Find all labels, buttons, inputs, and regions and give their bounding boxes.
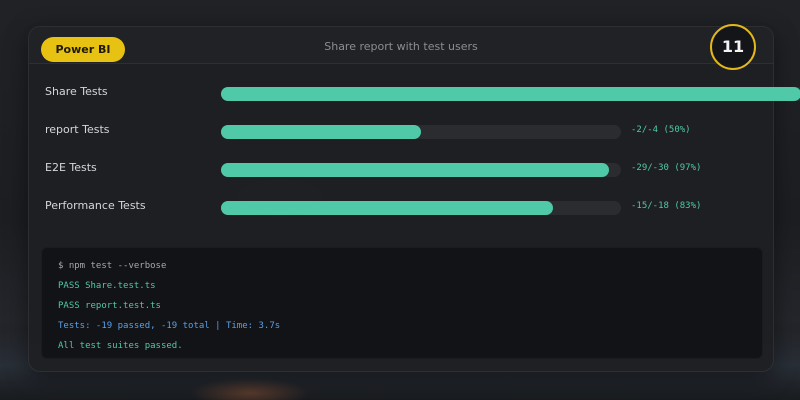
progress-fill: [221, 163, 609, 177]
suite-row: Performance Tests -15/-18 (83%): [29, 198, 773, 218]
suite-row: report Tests -2/-4 (50%): [29, 122, 773, 142]
suite-label: report Tests: [45, 123, 110, 136]
terminal-line: PASS report.test.ts: [58, 301, 161, 311]
suite-count: -29/-30 (97%): [631, 163, 702, 173]
suite-label: E2E Tests: [45, 161, 97, 174]
progress-track: [221, 163, 621, 177]
terminal-summary: Tests: -19 passed, -19 total | Time: 3.7…: [58, 321, 281, 331]
suite-row: Share Tests: [29, 84, 800, 104]
suite-count: -2/-4 (50%): [631, 125, 691, 135]
card-header: Power BI Share report with test users: [29, 27, 773, 64]
terminal-command: $ npm test --verbose: [58, 261, 167, 271]
progress-fill: [221, 125, 421, 139]
app-badge[interactable]: Power BI: [41, 37, 125, 62]
terminal-output: $ npm test --verbose PASS Share.test.ts …: [41, 247, 763, 359]
terminal-line: PASS Share.test.ts: [58, 281, 156, 291]
test-report-card: Power BI Share report with test users 11…: [28, 24, 800, 372]
suite-label: Performance Tests: [45, 199, 146, 212]
progress-fill: [221, 87, 800, 101]
suite-row: E2E Tests -29/-30 (97%): [29, 160, 773, 180]
progress-fill: [221, 201, 553, 215]
count-badge: 11: [710, 24, 756, 70]
progress-track: [221, 125, 621, 139]
suite-label: Share Tests: [45, 85, 108, 98]
suite-count: -15/-18 (83%): [631, 201, 702, 211]
progress-track: [221, 87, 800, 101]
background-glow: [190, 378, 310, 400]
screen-background: Power BI Share report with test users 11…: [0, 0, 800, 400]
card-title: Share report with test users: [324, 40, 478, 53]
progress-track: [221, 201, 621, 215]
terminal-result: All test suites passed.: [58, 341, 183, 351]
